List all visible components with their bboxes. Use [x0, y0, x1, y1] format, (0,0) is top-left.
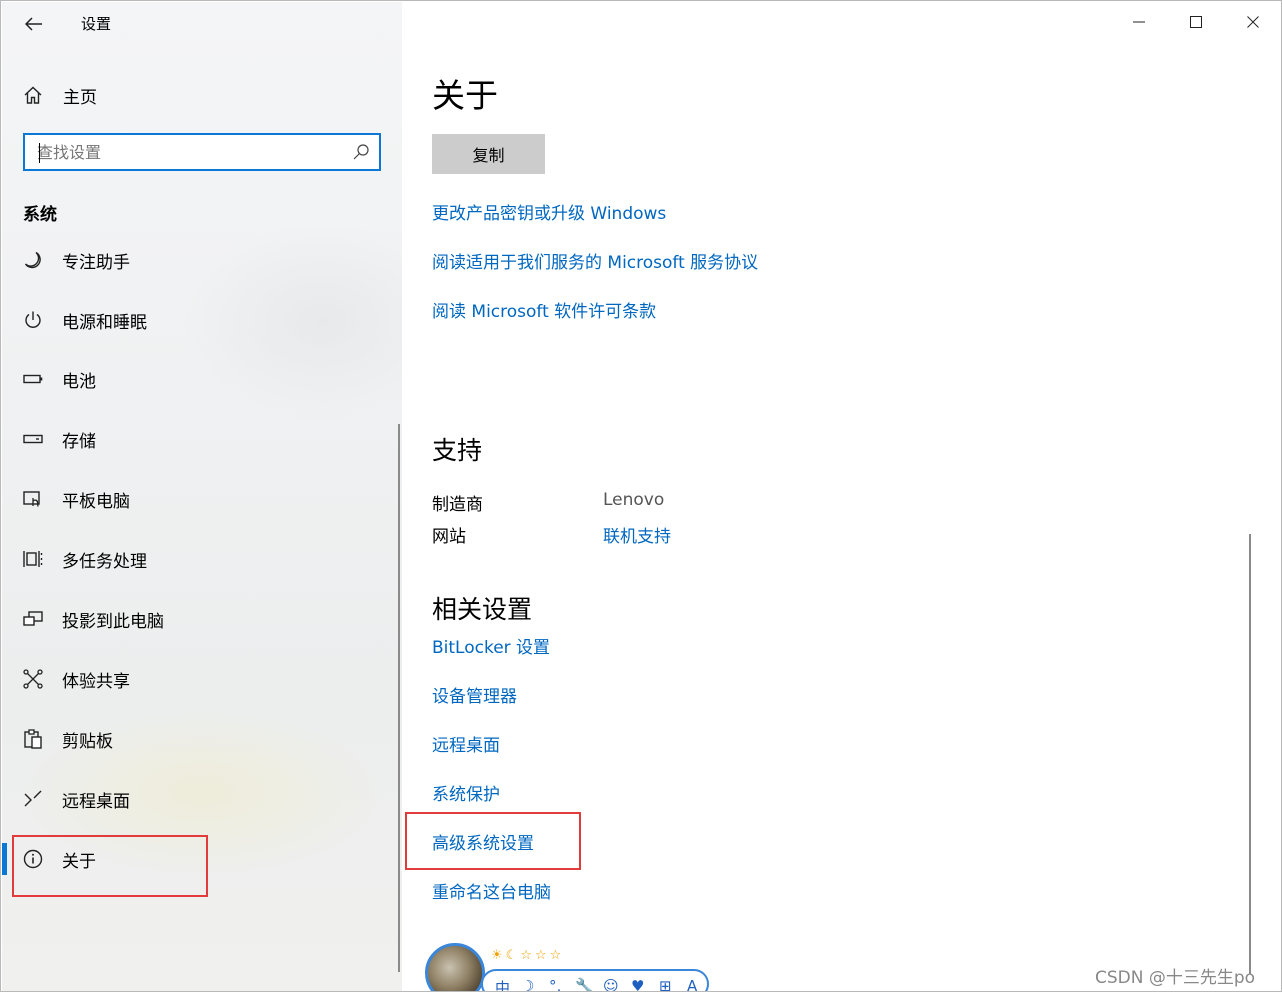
link-change-product-key[interactable]: 更改产品密钥或升级 Windows: [432, 199, 666, 224]
sidebar-item-label: 专注助手: [62, 252, 130, 273]
search-box[interactable]: [23, 133, 381, 171]
sidebar: 设置 主页 系统 专注助手: [2, 2, 402, 991]
link-remote-desktop[interactable]: 远程桌面: [432, 731, 500, 756]
link-advanced-system-settings[interactable]: 高级系统设置: [432, 829, 534, 854]
back-button[interactable]: [20, 10, 48, 38]
sidebar-item-multitasking[interactable]: 多任务处理: [2, 537, 402, 581]
link-microsoft-services-agreement[interactable]: 阅读适用于我们服务的 Microsoft 服务协议: [432, 248, 758, 273]
project-icon: [22, 608, 44, 630]
sidebar-item-label: 远程桌面: [62, 791, 130, 812]
link-software-license-terms[interactable]: 阅读 Microsoft 软件许可条款: [432, 297, 656, 322]
badge-bar: 中 ☽ °, 🔧 ☺ ♥ ⊞ A: [481, 969, 709, 992]
back-arrow-icon: [25, 17, 42, 31]
link-system-protection[interactable]: 系统保护: [432, 780, 500, 805]
badge-char: 中: [495, 979, 511, 992]
clipboard-icon: [22, 728, 44, 750]
sidebar-item-label: 电池: [62, 371, 96, 392]
watermark: CSDN @十三先生po: [1095, 968, 1256, 988]
share-icon: [22, 668, 44, 690]
selected-indicator: [2, 843, 7, 875]
content-scrollbar[interactable]: [1249, 534, 1251, 974]
power-icon: [22, 309, 44, 331]
sidebar-item-label: 电源和睡眠: [62, 312, 147, 333]
sidebar-item-label: 体验共享: [62, 671, 130, 692]
sidebar-item-clipboard[interactable]: 剪贴板: [2, 717, 402, 761]
info-icon: [22, 848, 44, 870]
badge-stars: ☀☾☆☆☆: [491, 948, 565, 963]
badge-wrench-icon: 🔧: [575, 977, 594, 992]
storage-icon: [22, 428, 44, 450]
search-input[interactable]: [37, 141, 337, 163]
link-rename-this-pc[interactable]: 重命名这台电脑: [432, 878, 551, 903]
sidebar-item-home[interactable]: 主页: [22, 80, 97, 110]
search-icon[interactable]: [352, 143, 370, 161]
manufacturer-value: Lenovo: [603, 490, 665, 510]
link-bitlocker-settings[interactable]: BitLocker 设置: [432, 633, 550, 658]
home-label: 主页: [63, 87, 97, 108]
sidebar-item-label: 关于: [62, 851, 96, 872]
sidebar-item-label: 投影到此电脑: [62, 611, 164, 632]
sidebar-item-shared-experiences[interactable]: 体验共享: [2, 657, 402, 701]
app-title: 设置: [81, 15, 112, 33]
badge-punct-icon: °,: [549, 977, 562, 992]
moon-icon: [22, 249, 44, 271]
badge-grid-icon: ⊞: [659, 977, 672, 992]
sidebar-item-about[interactable]: 关于: [2, 837, 402, 881]
link-online-support[interactable]: 联机支持: [603, 522, 671, 547]
badge-smile-icon: ☺: [603, 977, 619, 992]
main-content: 关于 复制 更改产品密钥或升级 Windows 阅读适用于我们服务的 Micro…: [403, 1, 1281, 991]
website-label: 网站: [432, 527, 466, 547]
sidebar-item-storage[interactable]: 存储: [2, 417, 402, 461]
sidebar-item-label: 剪贴板: [62, 731, 113, 752]
sidebar-item-project-to-pc[interactable]: 投影到此电脑: [2, 597, 402, 641]
home-icon: [22, 84, 44, 106]
sidebar-scrollbar[interactable]: [398, 424, 400, 972]
section-title-system: 系统: [23, 205, 57, 225]
sidebar-item-tablet[interactable]: 平板电脑: [2, 477, 402, 521]
support-heading: 支持: [432, 436, 483, 465]
text-caret: [39, 143, 40, 163]
sidebar-item-remote-desktop[interactable]: 远程桌面: [2, 777, 402, 821]
tablet-icon: [22, 488, 44, 510]
link-device-manager[interactable]: 设备管理器: [432, 682, 517, 707]
copy-button[interactable]: 复制: [432, 134, 545, 174]
sidebar-item-power-sleep[interactable]: 电源和睡眠: [2, 298, 402, 342]
manufacturer-label: 制造商: [432, 495, 483, 515]
remote-desktop-icon: [22, 788, 44, 810]
settings-window: 设置 主页 系统 专注助手: [0, 0, 1282, 992]
sidebar-item-label: 多任务处理: [62, 551, 147, 572]
badge-moon-icon: ☽: [521, 977, 535, 992]
page-title: 关于: [432, 76, 498, 115]
sidebar-item-battery[interactable]: 电池: [2, 357, 402, 401]
related-settings-heading: 相关设置: [432, 595, 533, 624]
sidebar-item-focus-assist[interactable]: 专注助手: [2, 238, 402, 282]
badge-font-icon: A: [687, 977, 698, 992]
sidebar-item-label: 平板电脑: [62, 491, 130, 512]
badge-heart-icon: ♥: [631, 977, 645, 992]
multitask-icon: [22, 548, 44, 570]
battery-icon: [22, 368, 44, 390]
sidebar-item-label: 存储: [62, 431, 96, 452]
